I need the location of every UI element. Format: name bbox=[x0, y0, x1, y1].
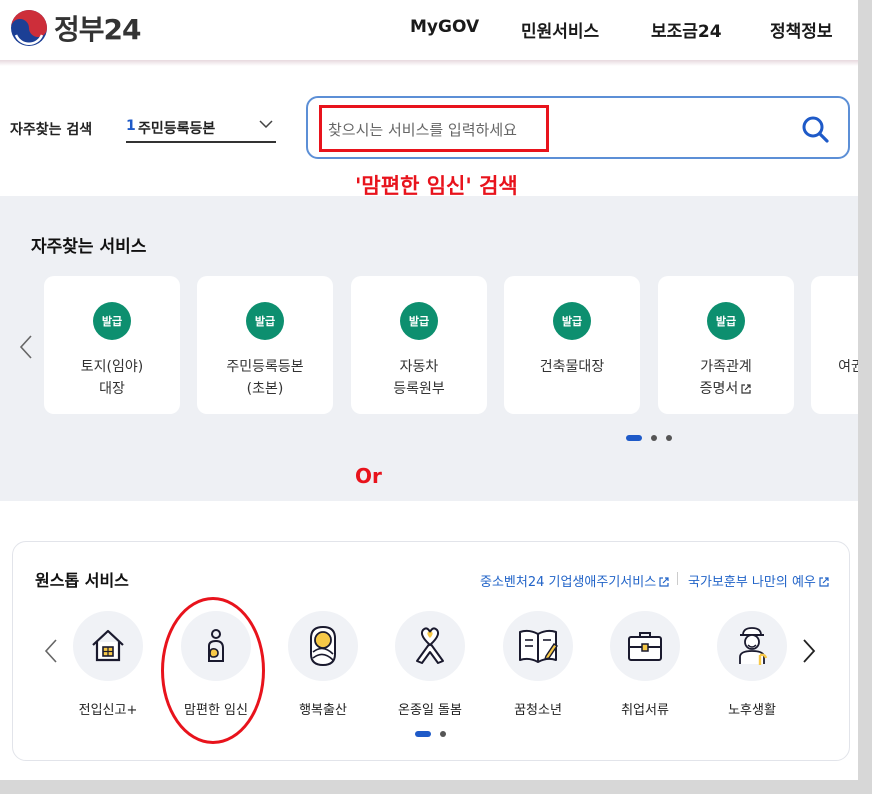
chevron-left-icon[interactable] bbox=[43, 638, 59, 664]
onestop-icon-circle bbox=[395, 611, 465, 681]
service-card[interactable]: 발급 토지(임야) 대장 bbox=[44, 276, 180, 414]
pagination-dot-active[interactable] bbox=[415, 731, 431, 737]
annotation-highlight-box bbox=[319, 105, 549, 152]
header-divider bbox=[0, 60, 858, 66]
link-veterans-text: 국가보훈부 나만의 예우 bbox=[688, 575, 816, 590]
service-card[interactable]: 발급 자동차 등록원부 bbox=[351, 276, 487, 414]
screenshot-frame-right bbox=[858, 0, 872, 794]
link-separator bbox=[677, 572, 678, 585]
screenshot-frame-bottom bbox=[0, 780, 872, 794]
search-icon[interactable] bbox=[800, 114, 830, 144]
onestop-item-label: 취업서류 bbox=[621, 703, 669, 718]
onestop-item-label: 전입신고+ bbox=[78, 703, 138, 718]
house-icon bbox=[92, 629, 124, 662]
service-card-label: 자동차 등록원부 bbox=[393, 359, 445, 397]
nav-subsidy24[interactable]: 보조금24 bbox=[651, 17, 722, 42]
external-link-icon bbox=[819, 577, 829, 587]
nav-civil-service[interactable]: 민원서비스 bbox=[521, 17, 599, 42]
issue-badge: 발급 bbox=[400, 302, 438, 340]
frequent-services-section: 자주찾는 서비스 발급 토지(임야) 대장 발급 주민등록등본 (초본) 발급 … bbox=[0, 196, 858, 501]
onestop-item-move-in[interactable]: 전입신고+ bbox=[63, 611, 153, 721]
issue-badge: 발급 bbox=[707, 302, 745, 340]
issue-badge: 발급 bbox=[246, 302, 284, 340]
service-card-label: 주민등록등본 (초본) bbox=[226, 359, 304, 397]
annotation-or: Or bbox=[355, 464, 382, 488]
briefcase-icon bbox=[628, 632, 662, 661]
service-card-label: 토지(임야) 대장 bbox=[80, 359, 144, 397]
onestop-item-childbirth[interactable]: 행복출산 bbox=[278, 611, 368, 721]
onestop-item-label: 노후생활 bbox=[728, 703, 776, 718]
onestop-item-label: 온종일 돌봄 bbox=[398, 703, 462, 718]
select-rank: 1 bbox=[126, 118, 136, 134]
onestop-icon-circle bbox=[610, 611, 680, 681]
pagination-dot[interactable] bbox=[651, 435, 657, 441]
onestop-icon-circle bbox=[717, 611, 787, 681]
nav-mygov[interactable]: MyGOV bbox=[410, 17, 479, 37]
chevron-right-icon[interactable] bbox=[801, 638, 817, 664]
onestop-item-employment-docs[interactable]: 취업서류 bbox=[600, 611, 690, 721]
site-header: 정부24 MyGOV 민원서비스 보조금24 정책정보 bbox=[0, 0, 858, 62]
carousel-pagination bbox=[626, 435, 681, 441]
external-link-icon bbox=[659, 577, 669, 587]
onestop-icon-circle bbox=[73, 611, 143, 681]
pagination-dot[interactable] bbox=[440, 731, 446, 737]
onestop-item-retirement[interactable]: 노후생활 bbox=[707, 611, 797, 721]
chevron-down-icon bbox=[259, 120, 273, 129]
issue-badge: 발급 bbox=[553, 302, 591, 340]
ribbon-heart-icon bbox=[416, 627, 444, 664]
nav-policy-info[interactable]: 정책정보 bbox=[770, 17, 833, 42]
onestop-pagination bbox=[415, 731, 455, 737]
service-card[interactable]: 발급 건축물대장 bbox=[504, 276, 640, 414]
baby-icon bbox=[310, 625, 336, 667]
page: 정부24 MyGOV 민원서비스 보조금24 정책정보 자주찾는 검색 1 주민… bbox=[0, 0, 858, 780]
open-book-icon bbox=[519, 629, 558, 663]
onestop-icon-circle bbox=[503, 611, 573, 681]
main-nav: MyGOV 민원서비스 보조금24 정책정보 bbox=[0, 17, 858, 43]
pagination-dot[interactable] bbox=[666, 435, 672, 441]
service-card[interactable]: 신 여권 bbox=[811, 276, 858, 414]
link-sme-venture24-text: 중소벤처24 기업생애주기서비스 bbox=[480, 575, 657, 590]
frequent-search-select[interactable]: 1 주민등록등본 bbox=[126, 112, 276, 143]
select-value: 주민등록등본 bbox=[138, 121, 216, 137]
onestop-item-all-day-care[interactable]: 온종일 돌봄 bbox=[385, 611, 475, 721]
pagination-dot-active[interactable] bbox=[626, 435, 642, 441]
link-veterans[interactable]: 국가보훈부 나만의 예우 bbox=[688, 571, 830, 590]
onestop-item-label: 꿈청소년 bbox=[514, 703, 562, 718]
external-link-icon bbox=[741, 384, 751, 394]
onestop-title: 원스톱 서비스 bbox=[35, 571, 129, 590]
frequent-services-title: 자주찾는 서비스 bbox=[31, 237, 147, 257]
link-sme-venture24[interactable]: 중소벤처24 기업생애주기서비스 bbox=[480, 571, 670, 590]
service-card[interactable]: 발급 주민등록등본 (초본) bbox=[197, 276, 333, 414]
chevron-left-icon[interactable] bbox=[18, 334, 34, 360]
issue-badge: 발급 bbox=[93, 302, 131, 340]
service-card-label: 가족관계 증명서 bbox=[658, 356, 794, 400]
service-card-label: 건축물대장 bbox=[539, 359, 605, 375]
onestop-item-youth[interactable]: 꿈청소년 bbox=[493, 611, 583, 721]
onestop-icon-circle bbox=[288, 611, 358, 681]
service-card[interactable]: 발급 가족관계 증명서 bbox=[658, 276, 794, 414]
service-card-label: 여권 bbox=[838, 359, 858, 375]
elderly-man-icon bbox=[739, 627, 768, 665]
annotation-highlight-ellipse bbox=[161, 597, 265, 744]
frequent-search-label: 자주찾는 검색 bbox=[10, 122, 93, 138]
onestop-item-label: 행복출산 bbox=[299, 703, 347, 718]
onestop-services-section: 원스톱 서비스 중소벤처24 기업생애주기서비스 국가보훈부 나만의 예우 전입… bbox=[12, 541, 850, 761]
